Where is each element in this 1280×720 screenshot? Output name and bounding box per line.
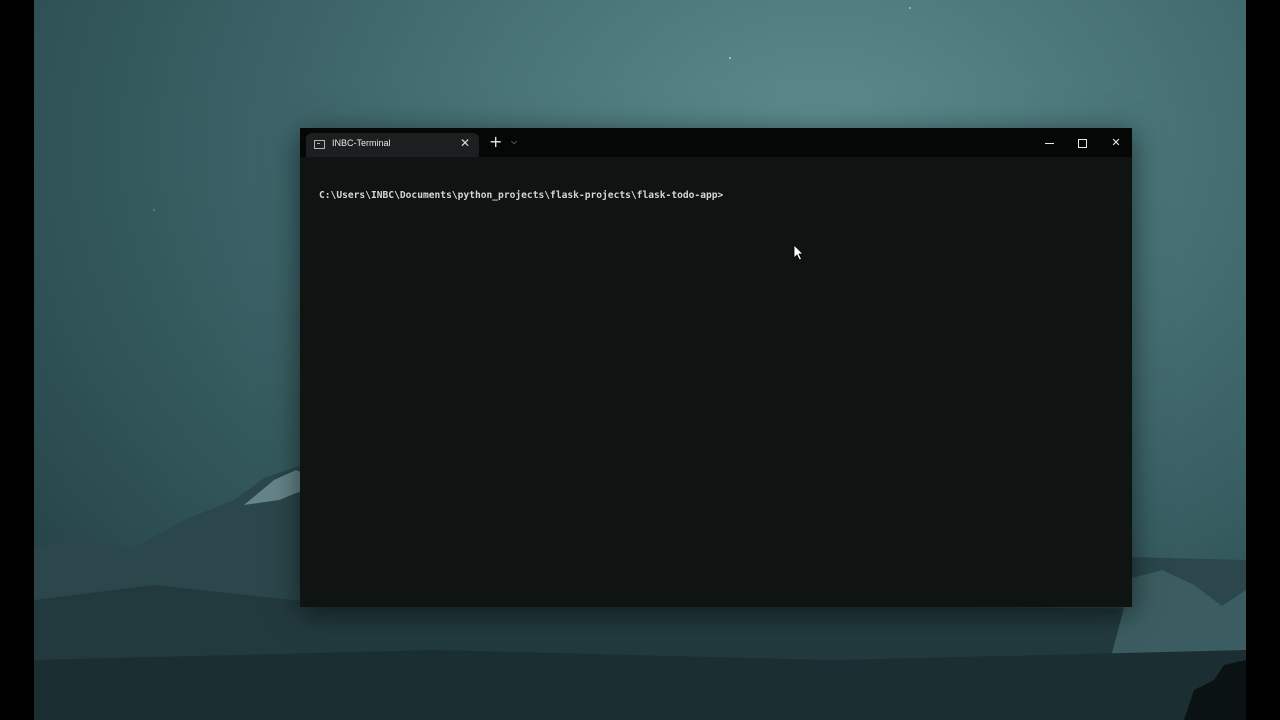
- command-prompt: C:\Users\INBC\Documents\python_projects\…: [319, 190, 724, 201]
- console-area[interactable]: C:\Users\INBC\Documents\python_projects\…: [300, 157, 1132, 607]
- letterbox-left: [0, 0, 34, 720]
- maximize-button[interactable]: [1065, 128, 1099, 157]
- title-bar[interactable]: INBC-Terminal ✕ + ⌵ ✕: [300, 128, 1132, 157]
- chevron-down-icon[interactable]: ⌵: [511, 137, 517, 147]
- terminal-window[interactable]: INBC-Terminal ✕ + ⌵ ✕ C:\Users\INBC\Docu…: [300, 128, 1132, 607]
- minimize-icon: [1044, 142, 1054, 144]
- mouse-pointer-icon: [793, 244, 804, 261]
- new-tab-button[interactable]: +: [489, 134, 502, 150]
- close-window-button[interactable]: ✕: [1099, 128, 1133, 157]
- letterbox-right: [1246, 0, 1280, 720]
- minimize-button[interactable]: [1032, 128, 1066, 157]
- tab-title: INBC-Terminal: [332, 138, 391, 148]
- maximize-icon: [1077, 138, 1087, 148]
- tab-inbc-terminal[interactable]: INBC-Terminal ✕: [306, 133, 479, 157]
- terminal-icon: [314, 140, 325, 149]
- close-tab-icon[interactable]: ✕: [460, 135, 470, 151]
